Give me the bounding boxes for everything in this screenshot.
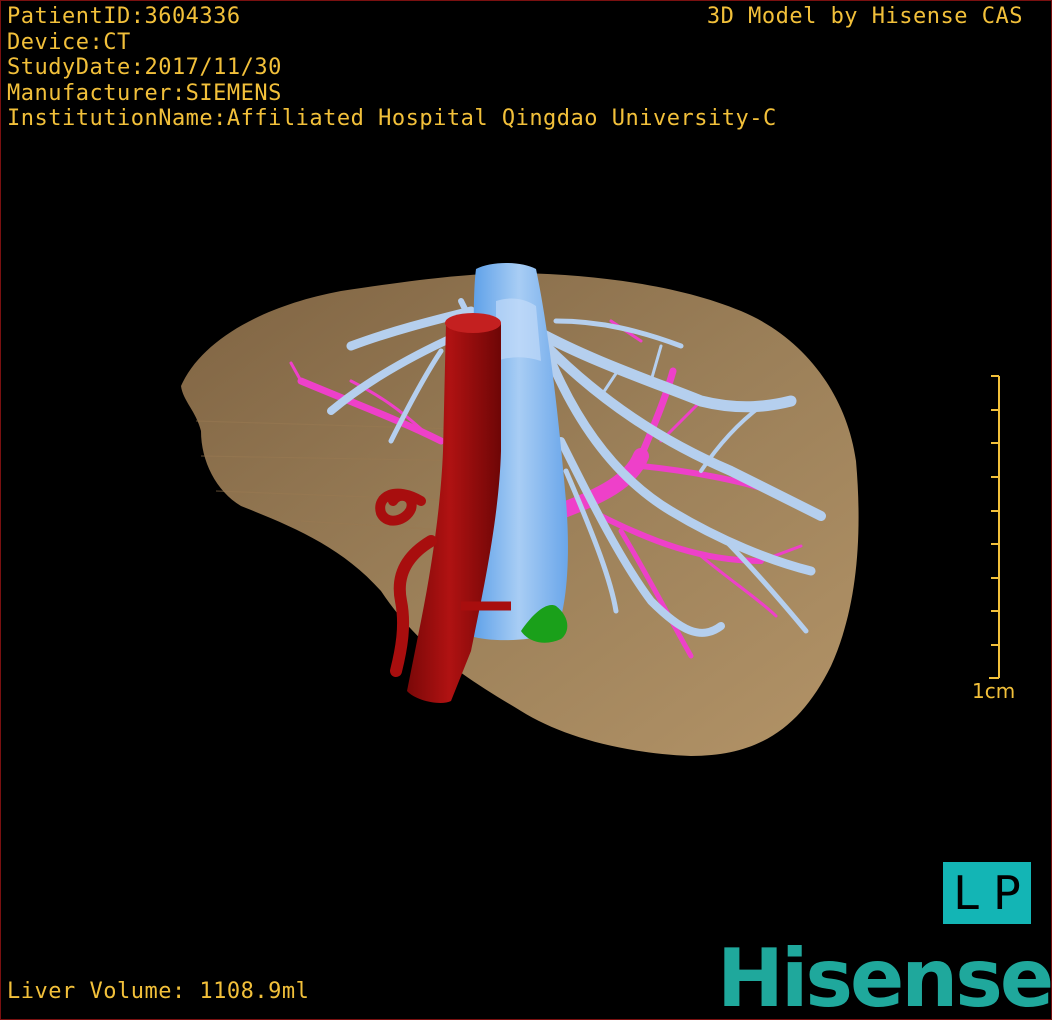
patient-info-overlay: PatientID:3604336 Device:CT StudyDate:20… bbox=[7, 4, 777, 132]
liver-volume-label: Liver Volume: 1108.9ml bbox=[7, 979, 310, 1004]
orientation-indicator[interactable]: L P bbox=[943, 862, 1031, 924]
orientation-left-label: L bbox=[953, 866, 979, 920]
liver-3d-model[interactable] bbox=[1, 1, 1051, 1019]
hisense-logo: Hisense bbox=[717, 932, 1052, 1020]
vena-cava-highlight bbox=[496, 298, 541, 361]
model-credit-label: 3D Model by Hisense CAS bbox=[706, 4, 1023, 29]
patient-id-label: PatientID:3604336 bbox=[7, 4, 241, 29]
device-label: Device:CT bbox=[7, 29, 131, 55]
study-date-label: StudyDate:2017/11/30 bbox=[7, 55, 282, 80]
scale-bar-label: 1cm bbox=[972, 679, 1016, 703]
orientation-posterior-label: P bbox=[992, 866, 1021, 920]
institution-label: InstitutionName:Affiliated Hospital Qing… bbox=[7, 106, 777, 131]
3d-viewport[interactable]: PatientID:3604336 Device:CT StudyDate:20… bbox=[0, 0, 1052, 1020]
manufacturer-label: Manufacturer:SIEMENS bbox=[7, 80, 282, 106]
scale-bar bbox=[989, 375, 1000, 679]
